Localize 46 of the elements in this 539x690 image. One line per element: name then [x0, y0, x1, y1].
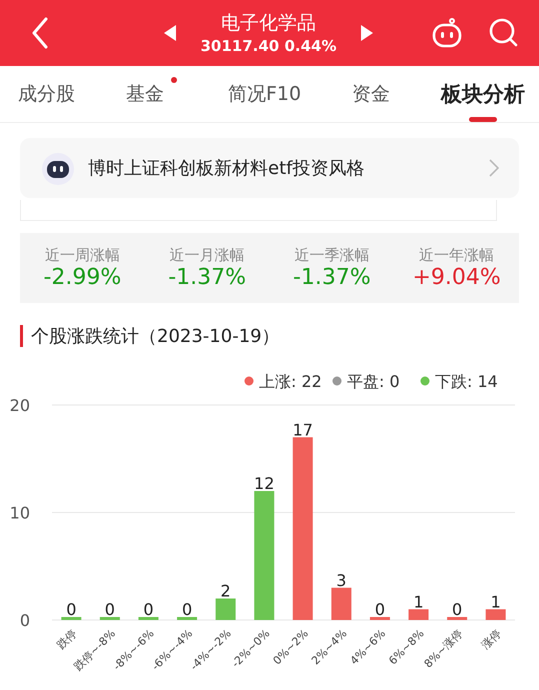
stat-label: 近一月涨幅: [170, 246, 245, 265]
tab[interactable]: 板块分析: [438, 66, 527, 122]
legend-item: 下跌: 14: [420, 372, 498, 391]
next-icon[interactable]: [360, 25, 373, 41]
axis-label: 跌停: [54, 626, 80, 652]
accent-bar: [20, 325, 23, 347]
data-label: 1: [490, 592, 501, 612]
legend-item: 平盘: 0: [332, 372, 400, 391]
data-label: 0: [104, 600, 115, 619]
stat-value: -2.99%: [43, 265, 122, 290]
stat-value: -1.37%: [168, 265, 246, 290]
legend-item: 上涨: 22: [244, 372, 322, 391]
axis-label: 涨停: [479, 626, 504, 652]
stat-value: -1.37%: [292, 265, 371, 290]
tab[interactable]: 资金: [350, 66, 392, 122]
tab-indicator: [468, 117, 497, 122]
data-label: 3: [336, 570, 346, 590]
tab[interactable]: 简况F10: [226, 66, 304, 122]
axis-label: 20: [10, 396, 30, 415]
fund-style-card[interactable]: 博时上证科创板新材料etf投资风格: [20, 138, 519, 198]
stat-label: 近一季涨幅: [294, 246, 370, 265]
chevron-right-icon: [489, 159, 499, 177]
tab[interactable]: 成分股: [16, 66, 77, 122]
sector-title: 电子化学品: [221, 11, 316, 36]
data-label: 1: [413, 592, 424, 612]
tab[interactable]: 基金: [124, 66, 179, 122]
data-label: 0: [374, 600, 386, 619]
search-icon[interactable]: [489, 18, 519, 48]
stat-value: +9.04%: [412, 265, 501, 290]
data-label: 0: [143, 600, 154, 619]
data-label: 0: [452, 600, 462, 619]
data-label: 17: [292, 420, 313, 440]
data-label: 0: [66, 600, 76, 619]
robot-icon[interactable]: [431, 18, 463, 48]
data-label: 12: [254, 474, 274, 493]
robot-icon: [40, 151, 76, 185]
back-icon[interactable]: [30, 17, 50, 49]
sector-quote: 30117.40 0.44%: [200, 36, 337, 56]
data-label: 0: [182, 600, 192, 619]
axis-label: 0: [20, 611, 30, 630]
stat-label: 近一年涨幅: [419, 246, 494, 265]
stat-label: 近一周涨幅: [44, 246, 120, 265]
previous-icon[interactable]: [164, 25, 176, 41]
section-title: 个股涨跌统计（2023-10-19）: [31, 325, 280, 348]
data-label: 2: [220, 582, 231, 600]
axis-label: 10: [10, 504, 30, 522]
